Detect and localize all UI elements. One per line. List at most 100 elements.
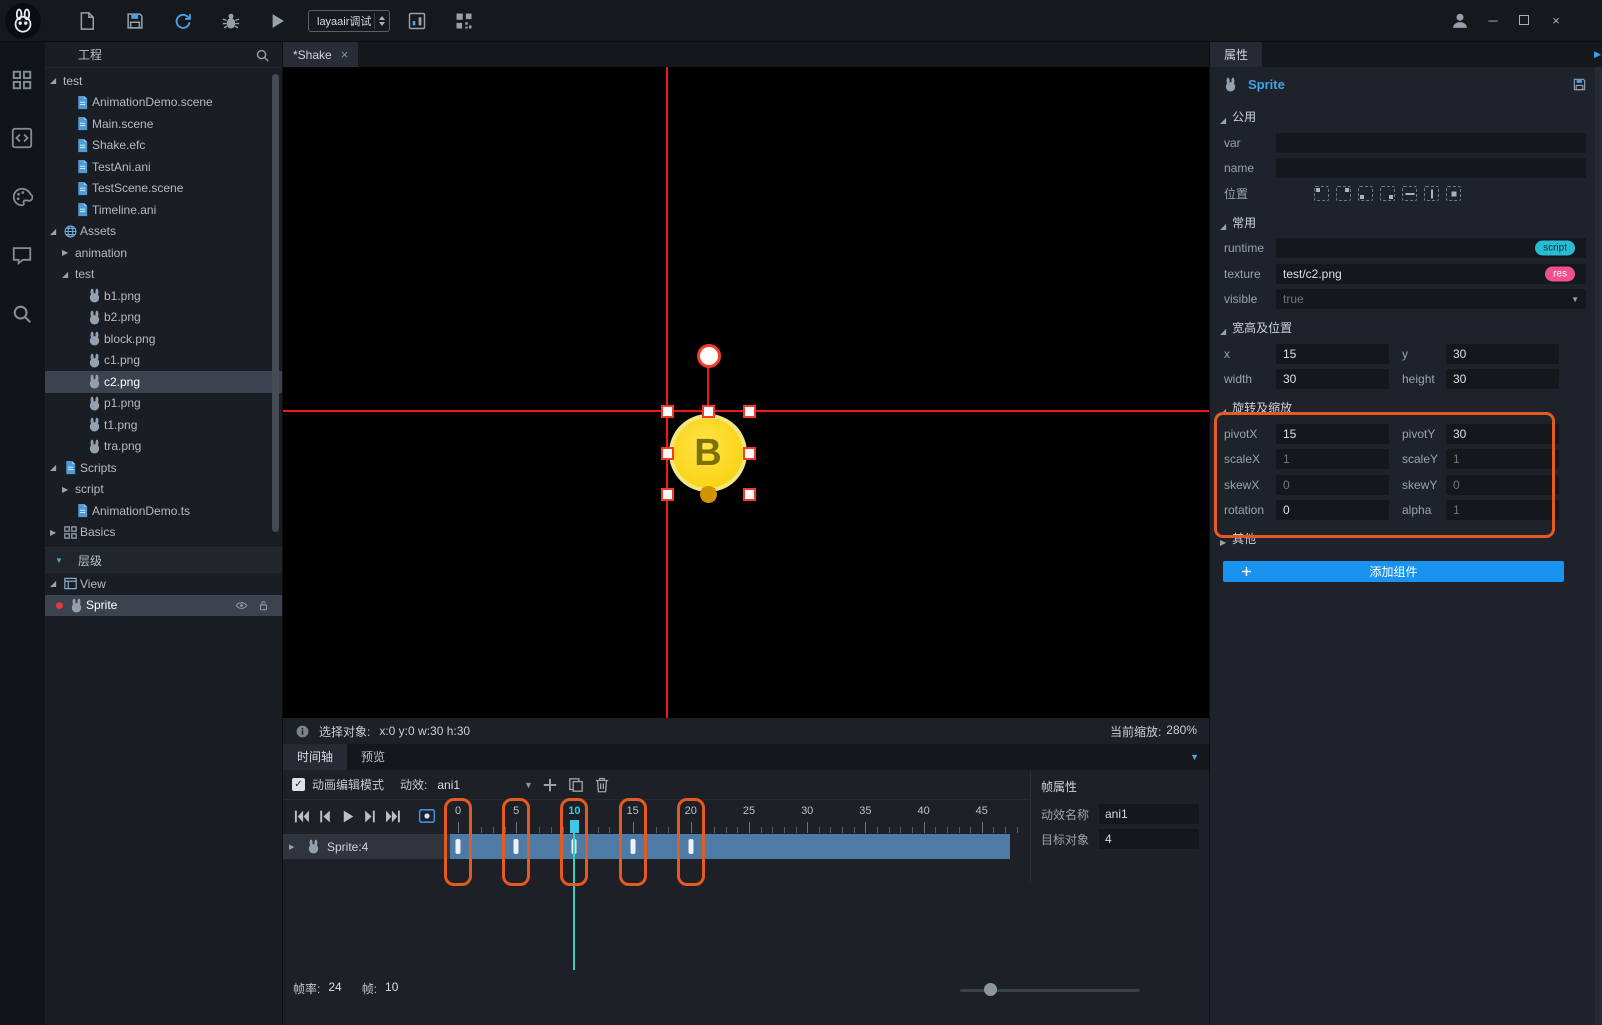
hierarchy-dropdown-icon[interactable]: ▼ — [55, 556, 63, 565]
tree-item-script[interactable]: ▶ script — [45, 479, 282, 501]
add-component-button[interactable]: 添加组件 — [1223, 561, 1564, 582]
tree-item-test[interactable]: ◢ test — [45, 70, 282, 92]
slider-thumb[interactable] — [984, 983, 997, 996]
feedback-icon[interactable] — [11, 244, 33, 266]
expanded-icon[interactable]: ◢ — [50, 463, 63, 472]
anchor-top-right-button[interactable] — [1336, 186, 1351, 202]
selection-handle-top[interactable] — [702, 405, 715, 418]
selection-handle-bottom-right[interactable] — [743, 488, 756, 501]
expanded-icon[interactable]: ◢ — [50, 227, 63, 236]
tree-item-tra.png[interactable]: tra.png — [45, 436, 282, 458]
sync-button[interactable] — [173, 11, 193, 31]
target-object-input[interactable]: 4 — [1099, 829, 1199, 849]
y-input[interactable]: 30 — [1446, 343, 1559, 364]
dropdown-icon[interactable]: ▼ — [1571, 295, 1579, 304]
tree-item-b2.png[interactable]: b2.png — [45, 307, 282, 329]
tree-item-TestScene.scene[interactable]: TestScene.scene — [45, 178, 282, 200]
expanded-icon[interactable]: ◢ — [50, 76, 63, 85]
code-editor-icon[interactable] — [11, 127, 33, 149]
keyframe-15[interactable] — [630, 839, 636, 854]
rotation-handle[interactable] — [697, 344, 721, 368]
texture-input[interactable]: test/c2.png — [1276, 263, 1586, 284]
visible-select[interactable]: true ▼ — [1276, 289, 1586, 310]
timeline-zoom-slider[interactable] — [960, 982, 1140, 998]
section-general[interactable]: ◢ 常用 — [1210, 207, 1602, 236]
tree-item-c2.png[interactable]: c2.png — [45, 371, 282, 393]
scaley-input[interactable]: 1 — [1446, 449, 1559, 470]
sprite-object[interactable]: B — [669, 414, 747, 492]
pivot-point[interactable] — [700, 486, 717, 503]
close-button[interactable]: × — [1545, 10, 1567, 32]
name-input[interactable] — [1276, 158, 1586, 179]
user-account-button[interactable] — [1450, 11, 1470, 31]
tab-close-icon[interactable]: × — [341, 47, 349, 62]
tree-item-b1.png[interactable]: b1.png — [45, 285, 282, 307]
anchor-top-left-button[interactable] — [1314, 186, 1329, 202]
track-expand-icon[interactable]: ▶ — [289, 843, 302, 851]
tab-timeline[interactable]: 时间轴 — [283, 744, 348, 770]
scrollbar-thumb[interactable] — [272, 74, 279, 532]
tree-item-sprite[interactable]: Sprite — [45, 594, 282, 616]
tab-preview[interactable]: 预览 — [347, 744, 399, 770]
scene-canvas[interactable]: B — [283, 67, 1209, 718]
width-input[interactable]: 30 — [1276, 369, 1389, 390]
tree-item-Assets[interactable]: ◢ Assets — [45, 221, 282, 243]
dropdown-stepper-icon[interactable] — [374, 13, 385, 29]
save-prefab-icon[interactable] — [1572, 76, 1589, 92]
keyframe-20[interactable] — [688, 839, 694, 854]
tree-item-c1.png[interactable]: c1.png — [45, 350, 282, 372]
tree-item-test[interactable]: ◢ test — [45, 264, 282, 286]
section-size-position[interactable]: ◢ 宽高及位置 — [1210, 312, 1602, 341]
expanded-icon[interactable]: ◢ — [50, 579, 63, 588]
selection-handle-right[interactable] — [743, 447, 756, 460]
tree-item-TestAni.ani[interactable]: TestAni.ani — [45, 156, 282, 178]
layaair-logo-icon[interactable] — [5, 3, 41, 39]
debug-button[interactable] — [221, 11, 241, 31]
pivotx-input[interactable]: 15 — [1276, 423, 1389, 444]
collapsed-icon[interactable]: ▶ — [50, 528, 63, 537]
tree-item-Shake.efc[interactable]: Shake.efc — [45, 135, 282, 157]
selection-handle-bottom-left[interactable] — [661, 488, 674, 501]
anim-name-input[interactable]: ani1 — [1099, 804, 1199, 824]
timeline-menu-icon[interactable]: ▼ — [1190, 752, 1209, 762]
section-common[interactable]: ◢ 公用 — [1210, 101, 1602, 130]
visibility-icon[interactable] — [235, 597, 250, 613]
pivoty-input[interactable]: 30 — [1446, 423, 1559, 444]
scalex-input[interactable]: 1 — [1276, 449, 1389, 470]
run-button[interactable] — [267, 11, 287, 31]
track-label[interactable]: ▶ Sprite:4 — [283, 834, 450, 859]
anchor-center-horizontal-button[interactable] — [1402, 186, 1417, 202]
maximize-button[interactable] — [1513, 10, 1535, 32]
rotation-input[interactable]: 0 — [1276, 500, 1389, 521]
track-bar[interactable] — [450, 834, 1010, 859]
x-input[interactable]: 15 — [1276, 343, 1389, 364]
panel-expand-icon[interactable]: ▶ — [1594, 49, 1601, 60]
skewy-input[interactable]: 0 — [1446, 474, 1559, 495]
tree-item-block.png[interactable]: block.png — [45, 328, 282, 350]
keyframe-0[interactable] — [455, 839, 461, 854]
tree-item-AnimationDemo.ts[interactable]: AnimationDemo.ts — [45, 500, 282, 522]
tab-properties[interactable]: 属性 — [1210, 42, 1263, 67]
selection-handle-top-left[interactable] — [661, 405, 674, 418]
selection-handle-left[interactable] — [661, 447, 674, 460]
var-input[interactable] — [1276, 132, 1586, 153]
height-input[interactable]: 30 — [1446, 369, 1559, 390]
expanded-icon[interactable]: ◢ — [62, 270, 75, 279]
build-report-button[interactable] — [407, 11, 427, 31]
tree-item-Scripts[interactable]: ◢ Scripts — [45, 457, 282, 479]
section-other[interactable]: ▶ 其他 — [1210, 523, 1602, 552]
keyframe-5[interactable] — [513, 839, 519, 854]
playhead-marker[interactable] — [569, 820, 579, 833]
design-icon[interactable] — [11, 186, 33, 208]
new-file-button[interactable] — [77, 11, 97, 31]
modules-icon[interactable] — [11, 69, 33, 91]
alpha-input[interactable]: 1 — [1446, 500, 1559, 521]
qrcode-button[interactable] — [454, 11, 474, 31]
tree-item-view[interactable]: ◢ View — [45, 573, 282, 595]
search-icon[interactable] — [255, 48, 270, 63]
tree-item-Main.scene[interactable]: Main.scene — [45, 113, 282, 135]
tree-item-Timeline.ani[interactable]: Timeline.ani — [45, 199, 282, 221]
tree-item-AnimationDemo.scene[interactable]: AnimationDemo.scene — [45, 92, 282, 114]
section-transform[interactable]: ◢ 旋转及缩放 — [1210, 392, 1602, 421]
anchor-center-button[interactable] — [1446, 186, 1461, 202]
